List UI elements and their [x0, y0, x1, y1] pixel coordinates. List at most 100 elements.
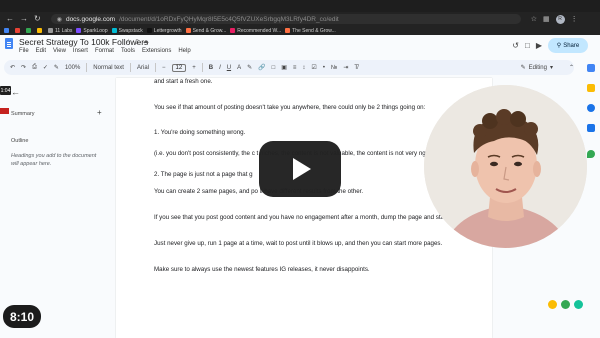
- underline-icon[interactable]: U: [227, 65, 231, 71]
- chevron-down-icon: ▾: [549, 65, 553, 71]
- menu-bar: File Edit View Insert Format Tools Extensions H…: [19, 48, 191, 54]
- numbered-list-icon[interactable]: №: [331, 65, 337, 71]
- menu-item-extensions[interactable]: Extensions: [142, 48, 171, 54]
- bookmark-favicon-icon: [111, 28, 117, 33]
- link-icon[interactable]: 🔗: [258, 64, 265, 71]
- site-info-icon[interactable]: ◉: [57, 16, 62, 23]
- menu-item-edit[interactable]: Edit: [36, 48, 46, 54]
- bookmark-star-icon[interactable]: ☆: [531, 15, 537, 23]
- redo-icon[interactable]: ↷: [21, 64, 26, 71]
- share-label: Share: [563, 42, 580, 49]
- outline-label: Outline: [11, 138, 29, 144]
- comments-icon[interactable]: □: [525, 41, 530, 50]
- menu-item-insert[interactable]: Insert: [73, 48, 88, 54]
- add-summary-icon[interactable]: +: [97, 108, 102, 117]
- toolbar-divider: [201, 63, 203, 72]
- docs-header: Secret Strategy To 100k Followers ☆ ▯ ☁ …: [0, 35, 600, 60]
- url-path: /document/d/1oRDxFyQHyMqr8I5E5c4Q5fVZUXe…: [119, 15, 339, 23]
- bookmark-favicon-icon: [48, 28, 53, 33]
- cloud-status-icon[interactable]: ☁: [143, 38, 149, 45]
- bookmark-label: 11 Labs: [55, 27, 73, 34]
- reload-icon[interactable]: ↻: [34, 15, 41, 23]
- clear-format-icon[interactable]: T̸: [354, 65, 358, 71]
- url-host: docs.google.com: [65, 15, 116, 23]
- highlight-icon[interactable]: ✎: [247, 64, 252, 71]
- menu-item-help[interactable]: Help: [178, 48, 190, 54]
- extensions-icon[interactable]: ▦: [543, 15, 550, 23]
- bookmark-item[interactable]: The Send & Grow...: [285, 28, 336, 34]
- line-spacing-icon[interactable]: ↕: [302, 65, 305, 71]
- print-icon[interactable]: ⎙: [32, 64, 37, 71]
- bookmark-label: Lettergrowth: [153, 27, 182, 34]
- presenter-portrait: [424, 85, 587, 248]
- video-frame[interactable]: ← → ↻ ◉ docs.google.com /document/d/1oRD…: [0, 0, 600, 338]
- bookmark-favicon-icon: [4, 28, 9, 33]
- bookmark-item[interactable]: 11 Labs: [48, 28, 72, 34]
- location-pin-icon[interactable]: [548, 300, 557, 309]
- bookmark-item[interactable]: Send & Grow...: [185, 27, 227, 34]
- text-color-icon[interactable]: A: [237, 65, 241, 71]
- tasks-icon[interactable]: [587, 104, 595, 112]
- paint-format-icon[interactable]: ✎: [54, 64, 59, 71]
- font-size-input[interactable]: 12: [171, 63, 187, 72]
- play-button[interactable]: [259, 141, 341, 197]
- docs-logo-icon[interactable]: [5, 38, 13, 49]
- contacts-icon[interactable]: [587, 124, 595, 132]
- menu-item-format[interactable]: Format: [95, 48, 114, 54]
- bookmark-item[interactable]: SparkLoop: [76, 28, 108, 34]
- bookmark-item[interactable]: [15, 28, 22, 33]
- checklist-icon[interactable]: ☑: [311, 64, 316, 71]
- bookmark-item[interactable]: Recommended W...: [230, 28, 281, 34]
- calendar-icon[interactable]: [587, 64, 595, 72]
- image-icon[interactable]: ▣: [281, 64, 287, 71]
- bookmark-item[interactable]: [26, 28, 33, 33]
- explore-icon[interactable]: [561, 300, 570, 309]
- keep-icon[interactable]: [587, 84, 595, 92]
- spellcheck-icon[interactable]: ✓: [43, 64, 48, 71]
- bookmark-item[interactable]: [37, 28, 44, 33]
- comment-icon[interactable]: □: [272, 65, 276, 71]
- paragraph: If you see that you post good content an…: [154, 214, 463, 221]
- font-size-decrease-icon[interactable]: −: [162, 65, 166, 71]
- bookmark-item[interactable]: Lettergrowth: [146, 27, 182, 34]
- mode-select[interactable]: ✎ Editing ▾: [521, 64, 553, 72]
- profile-avatar[interactable]: R: [555, 14, 565, 24]
- menu-item-file[interactable]: File: [19, 48, 29, 54]
- share-button[interactable]: ⚲ Share: [548, 38, 588, 53]
- meet-icon[interactable]: ▶: [536, 41, 542, 50]
- bookmark-item[interactable]: [4, 28, 11, 33]
- star-icon[interactable]: ☆: [126, 38, 131, 45]
- style-select[interactable]: Normal text: [93, 65, 124, 71]
- forward-icon[interactable]: →: [20, 15, 28, 23]
- italic-icon[interactable]: I: [219, 65, 221, 71]
- zoom-select[interactable]: 100%: [65, 65, 80, 71]
- bookmarks-bar: 11 Labs SparkLoop Swapstack Lettergrowth Sen…: [0, 26, 600, 35]
- maps-icon[interactable]: [587, 150, 595, 158]
- back-icon[interactable]: ←: [6, 15, 14, 23]
- menu-item-view[interactable]: View: [53, 48, 66, 54]
- back-arrow-icon[interactable]: ←: [11, 87, 20, 97]
- bookmark-label: Send & Grow...: [192, 27, 227, 34]
- history-icon[interactable]: ↺: [512, 41, 519, 50]
- more-menu-icon[interactable]: ⋮: [571, 15, 578, 23]
- bookmark-label: The Send & Grow...: [292, 27, 336, 34]
- align-icon[interactable]: ≡: [293, 65, 297, 71]
- bold-icon[interactable]: B: [209, 65, 213, 71]
- paragraph: Just never give up, run 1 page at a time…: [154, 240, 443, 247]
- address-bar[interactable]: ◉ docs.google.com /document/d/1oRDxFyQHy…: [50, 14, 521, 24]
- indent-icon[interactable]: ⇥: [343, 64, 348, 71]
- undo-icon[interactable]: ↶: [10, 64, 15, 71]
- browser-address-row: ← → ↻ ◉ docs.google.com /document/d/1oRD…: [0, 12, 600, 26]
- bookmark-item[interactable]: Swapstack: [111, 28, 143, 34]
- menu-item-tools[interactable]: Tools: [121, 48, 135, 54]
- bookmark-favicon-icon: [230, 28, 236, 33]
- bookmark-favicon-icon: [15, 28, 20, 33]
- bullet-list-icon[interactable]: •: [323, 65, 325, 71]
- move-folder-icon[interactable]: ▯: [135, 38, 138, 45]
- grammarly-icon[interactable]: [574, 300, 583, 309]
- video-duration-badge: 8:10: [3, 305, 41, 328]
- font-size-increase-icon[interactable]: +: [192, 65, 196, 71]
- collapse-menus-icon[interactable]: ⌃: [569, 64, 574, 71]
- font-select[interactable]: Arial: [137, 65, 149, 71]
- paragraph: Make sure to always use the newest featu…: [154, 266, 370, 273]
